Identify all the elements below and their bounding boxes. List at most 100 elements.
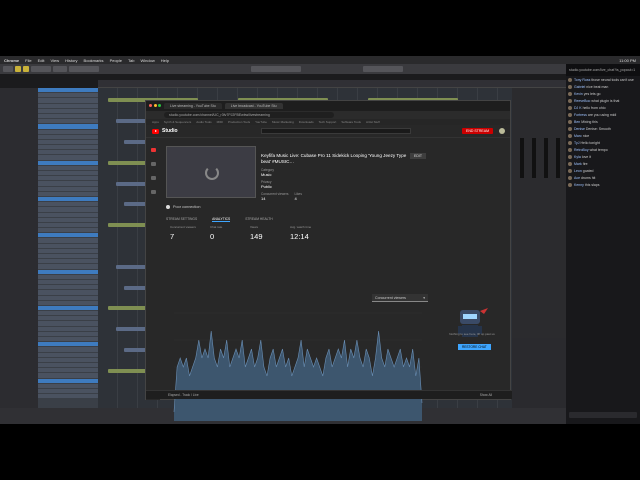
- daw-track[interactable]: [38, 233, 98, 238]
- toolbar-button[interactable]: [23, 66, 29, 72]
- browser-tab[interactable]: Live streaming - YouTube Stu: [164, 103, 222, 109]
- show-all-button[interactable]: Show All: [480, 393, 492, 397]
- bookmark-item[interactable]: Production Tools: [228, 120, 250, 124]
- daw-track[interactable]: [38, 342, 98, 347]
- daw-track[interactable]: [38, 88, 98, 93]
- daw-track[interactable]: [38, 248, 98, 253]
- daw-track[interactable]: [38, 243, 98, 248]
- mixer-fader[interactable]: [532, 138, 536, 178]
- daw-track[interactable]: [38, 279, 98, 285]
- daw-track[interactable]: [38, 326, 98, 331]
- daw-track[interactable]: [38, 373, 98, 378]
- daw-ruler[interactable]: [98, 80, 568, 88]
- daw-track[interactable]: [38, 191, 98, 196]
- daw-track[interactable]: [38, 337, 98, 342]
- minimize-icon[interactable]: [153, 104, 157, 107]
- daw-track[interactable]: [38, 368, 98, 373]
- daw-track[interactable]: [38, 124, 98, 129]
- edit-button[interactable]: EDIT: [410, 153, 426, 159]
- daw-track[interactable]: [38, 103, 98, 108]
- chat-author[interactable]: Kyla: [574, 155, 581, 159]
- chat-author[interactable]: Fortress: [574, 113, 587, 117]
- browser-tab[interactable]: Live broadcast - YouTube Stu: [224, 103, 283, 109]
- daw-track[interactable]: [38, 207, 98, 212]
- chat-input[interactable]: [569, 412, 637, 418]
- daw-track[interactable]: [38, 295, 98, 300]
- chat-author[interactable]: Leon: [574, 169, 582, 173]
- url-field[interactable]: studio.youtube.com/channel/UC_r3fv7PJ2FB…: [164, 112, 334, 118]
- daw-track[interactable]: [38, 176, 98, 181]
- menu-bookmarks[interactable]: Bookmarks: [84, 58, 104, 63]
- bookmark-item[interactable]: Synth & Sequencers: [164, 120, 191, 124]
- daw-track[interactable]: [38, 145, 98, 150]
- daw-track[interactable]: [38, 238, 98, 243]
- daw-track[interactable]: [38, 388, 98, 394]
- chat-author[interactable]: Marc: [574, 134, 582, 138]
- daw-track[interactable]: [38, 394, 98, 399]
- chat-author[interactable]: TyJ: [574, 141, 579, 145]
- daw-track[interactable]: [38, 93, 98, 98]
- daw-track[interactable]: [38, 222, 98, 228]
- daw-track[interactable]: [38, 321, 98, 326]
- tab-analytics[interactable]: ANALYTICS: [212, 217, 231, 222]
- daw-track[interactable]: [38, 134, 98, 139]
- daw-track[interactable]: [38, 196, 98, 202]
- menu-history[interactable]: History: [65, 58, 77, 63]
- menu-tab[interactable]: Tab: [128, 58, 134, 63]
- bookmark-item[interactable]: Software Tools: [341, 120, 361, 124]
- daw-track[interactable]: [38, 378, 98, 383]
- menu-view[interactable]: View: [50, 58, 59, 63]
- daw-track[interactable]: [38, 150, 98, 155]
- menu-help[interactable]: Help: [161, 58, 169, 63]
- daw-track[interactable]: [38, 305, 98, 311]
- menu-file[interactable]: File: [25, 58, 31, 63]
- daw-track[interactable]: [38, 212, 98, 217]
- end-stream-button[interactable]: END STREAM: [462, 128, 493, 134]
- window-controls[interactable]: [149, 104, 161, 107]
- daw-track[interactable]: [38, 259, 98, 264]
- daw-track[interactable]: [38, 119, 98, 124]
- chat-author[interactable]: Denise: [574, 127, 585, 131]
- camera-icon[interactable]: [150, 162, 156, 166]
- mixer-fader[interactable]: [520, 138, 524, 178]
- close-icon[interactable]: [149, 104, 152, 107]
- daw-track[interactable]: [38, 155, 98, 160]
- daw-track[interactable]: [38, 217, 98, 222]
- daw-track[interactable]: [38, 274, 98, 279]
- chat-author[interactable]: Ace: [574, 176, 580, 180]
- stream-preview[interactable]: [166, 146, 256, 198]
- bookmark-item[interactable]: MIDI: [217, 120, 223, 124]
- bookmark-item[interactable]: Artist Stuff: [366, 120, 380, 124]
- toolbar-button[interactable]: [69, 66, 99, 72]
- daw-track[interactable]: [38, 254, 98, 259]
- daw-track[interactable]: [38, 311, 98, 316]
- daw-track[interactable]: [38, 316, 98, 321]
- bookmark-item[interactable]: Apps: [152, 120, 159, 124]
- daw-track[interactable]: [38, 181, 98, 186]
- daw-track[interactable]: [38, 186, 98, 191]
- chat-author[interactable]: RetroBoy: [574, 148, 589, 152]
- bookmark-item[interactable]: Music Marketing: [272, 120, 294, 124]
- daw-track[interactable]: [38, 160, 98, 165]
- bookmark-item[interactable]: Tech Support: [319, 120, 337, 124]
- daw-track[interactable]: [38, 98, 98, 103]
- daw-track[interactable]: [38, 352, 98, 357]
- menu-edit[interactable]: Edit: [38, 58, 45, 63]
- bookmark-item[interactable]: Audio Tools: [196, 120, 211, 124]
- chat-author[interactable]: ReeveBoo: [574, 99, 590, 103]
- toolbar-button[interactable]: [31, 66, 51, 72]
- youtube-logo-icon[interactable]: [152, 128, 159, 134]
- daw-track[interactable]: [38, 362, 98, 368]
- mixer-fader[interactable]: [544, 138, 548, 178]
- bookmark-item[interactable]: YouTube: [255, 120, 267, 124]
- daw-track[interactable]: [38, 202, 98, 207]
- daw-track[interactable]: [38, 347, 98, 352]
- toolbar-button[interactable]: [363, 66, 403, 72]
- toolbar-button[interactable]: [15, 66, 21, 72]
- daw-track[interactable]: [38, 290, 98, 295]
- menu-window[interactable]: Window: [140, 58, 154, 63]
- list-icon[interactable]: [150, 190, 156, 194]
- daw-track[interactable]: [38, 383, 98, 388]
- avatar[interactable]: [499, 128, 505, 134]
- stream-icon[interactable]: [150, 148, 156, 152]
